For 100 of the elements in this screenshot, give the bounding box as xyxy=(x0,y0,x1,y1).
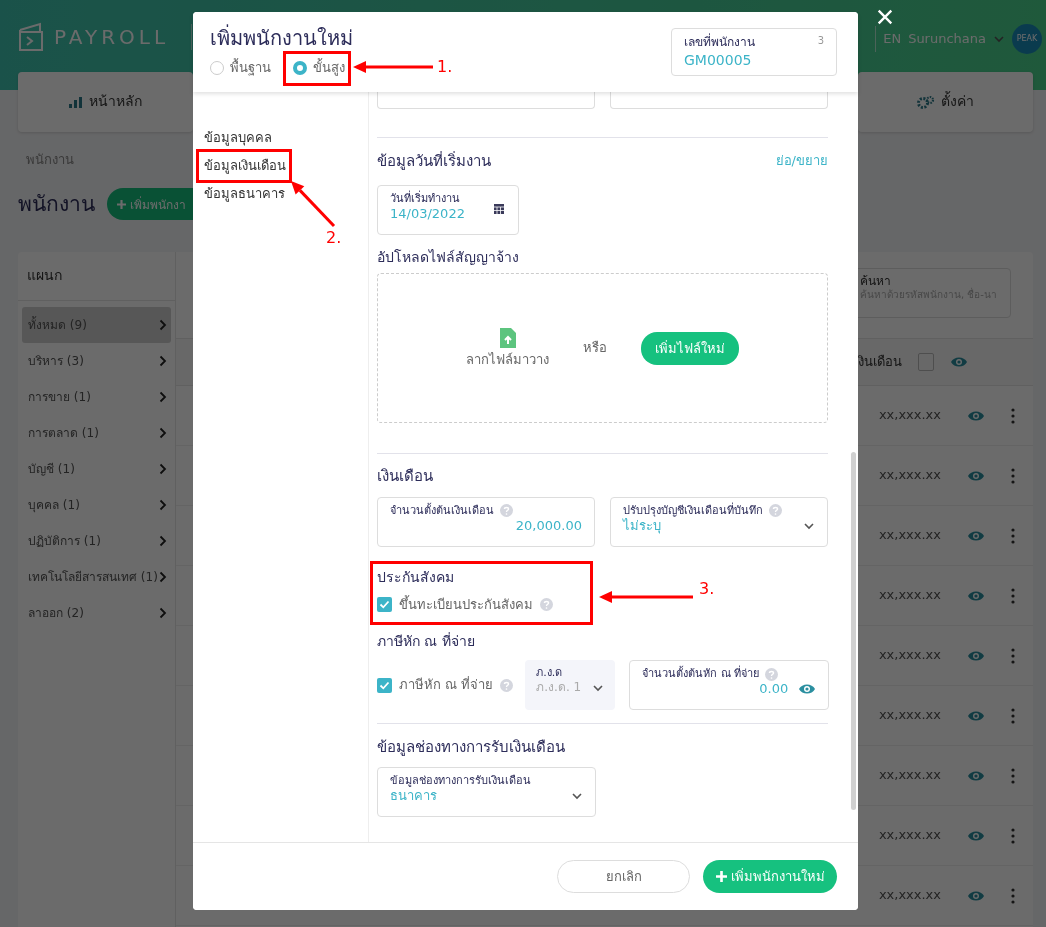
eye-icon[interactable] xyxy=(967,589,985,602)
department-item[interactable]: บัญชี (1) xyxy=(22,451,171,487)
highlight-box xyxy=(283,51,351,86)
input-field[interactable] xyxy=(377,92,595,109)
column-header: งินเดือน xyxy=(858,353,902,371)
arrow xyxy=(291,181,336,228)
page-title: พนักงาน xyxy=(18,191,95,218)
kebab-menu-icon[interactable] xyxy=(1011,647,1015,664)
department-item[interactable]: ปฏิบัติการ (1) xyxy=(22,523,171,559)
cancel-button[interactable]: ยกเลิก xyxy=(557,860,690,893)
table-cell: xx,xxx.xx xyxy=(878,587,941,604)
help-icon xyxy=(500,678,514,692)
eye-icon[interactable] xyxy=(967,769,985,782)
radio-option[interactable]: ขั้นสูง xyxy=(293,57,345,78)
sort-icon[interactable] xyxy=(918,353,934,371)
section-title: ข้อมูลวันที่เริ่มงาน xyxy=(377,152,491,171)
department-item[interactable]: การขาย (1) xyxy=(22,379,171,415)
checkbox[interactable] xyxy=(377,597,392,613)
department-title: แผนก xyxy=(18,252,175,301)
table-cell: xx,xxx.xx xyxy=(878,467,941,484)
select-field[interactable]: ภ.ง.ด ภ.ง.ด. 1 xyxy=(525,660,616,711)
chevron-down-icon xyxy=(803,521,815,530)
nav-card[interactable]: หน้าหลัก xyxy=(18,72,193,132)
department-item[interactable]: ลาออก (2) xyxy=(22,595,171,631)
plus-icon xyxy=(715,871,727,882)
logo-icon xyxy=(18,22,44,52)
gears-icon xyxy=(917,95,935,109)
eye-icon[interactable] xyxy=(967,409,985,422)
chevron-right-icon xyxy=(159,463,167,475)
kebab-menu-icon[interactable] xyxy=(1011,827,1015,844)
kebab-menu-icon[interactable] xyxy=(1011,527,1015,544)
eye-icon[interactable] xyxy=(967,469,985,482)
withholding-field[interactable]: จำนวนตั้งต้นหัก ณ ที่จ่าย 0.00 xyxy=(629,660,830,711)
table-cell: xx,xxx.xx xyxy=(878,407,941,424)
department-item[interactable]: การตลาด (1) xyxy=(22,415,171,451)
checkbox-label[interactable]: ขึ้นทะเบียนประกันสังคม xyxy=(399,596,533,613)
eye-icon[interactable] xyxy=(950,356,968,368)
department-item[interactable]: บริหาร (3) xyxy=(22,343,171,379)
table-cell: xx,xxx.xx xyxy=(878,647,941,664)
section-title: ประกันสังคม xyxy=(377,569,454,587)
eye-icon[interactable] xyxy=(967,829,985,842)
eye-icon[interactable] xyxy=(967,649,985,662)
salary-field[interactable]: จำนวนตั้งต้นเงินเดือน 20,000.00 xyxy=(377,497,595,547)
chevron-right-icon xyxy=(159,355,167,367)
eye-icon[interactable] xyxy=(967,709,985,722)
kebab-menu-icon[interactable] xyxy=(1011,467,1015,484)
calendar-icon[interactable] xyxy=(494,203,504,214)
table-cell: xx,xxx.xx xyxy=(878,767,941,784)
input-field[interactable] xyxy=(610,92,828,109)
radio-option[interactable]: พื้นฐาน xyxy=(210,57,271,78)
add-file-button[interactable]: เพิ่มไฟล์ใหม่ xyxy=(641,331,739,365)
chevron-down-icon xyxy=(592,683,605,692)
table-cell: xx,xxx.xx xyxy=(878,527,941,544)
kebab-menu-icon[interactable] xyxy=(1011,887,1015,904)
kebab-menu-icon[interactable] xyxy=(1011,767,1015,784)
chevron-right-icon xyxy=(159,319,167,331)
eye-icon[interactable] xyxy=(798,683,817,696)
collapse-link[interactable]: ย่อ/ขยาย xyxy=(775,153,828,170)
kebab-menu-icon[interactable] xyxy=(1011,707,1015,724)
section-title: ภาษีหัก ณ ที่จ่าย xyxy=(377,632,475,651)
chevron-right-icon xyxy=(159,499,167,511)
section-link[interactable]: ข้อมูลเงินเดือน xyxy=(204,152,286,180)
drop-zone[interactable]: ลากไฟล์มาวาง หรือ เพิ่มไฟล์ใหม่ xyxy=(377,273,828,424)
help-icon xyxy=(540,598,553,612)
or-text: หรือ xyxy=(583,340,607,357)
bar-chart-icon xyxy=(69,96,83,108)
chevron-right-icon xyxy=(159,535,167,547)
section-title: เงินเดือน xyxy=(377,467,433,486)
modal-title: เพิ่มพนักงานใหม่ xyxy=(210,26,353,51)
section-link[interactable]: ข้อมูลบุคคล xyxy=(204,124,272,152)
help-icon xyxy=(500,504,513,518)
step-label: 1. xyxy=(437,57,453,77)
submit-button[interactable]: เพิ่มพนักงานใหม่ xyxy=(703,860,837,893)
chevron-right-icon xyxy=(159,391,167,403)
logo-text: PAYROLL xyxy=(54,24,170,50)
section-title: อัปโหลดไฟล์สัญญาจ้าง xyxy=(377,248,519,267)
section-title: ข้อมูลช่องทางการรับเงินเดือน xyxy=(377,738,565,757)
eye-icon[interactable] xyxy=(967,529,985,542)
step-label: 2. xyxy=(326,228,342,248)
kebab-menu-icon[interactable] xyxy=(1011,587,1015,604)
department-item[interactable]: บุคคล (1) xyxy=(22,487,171,523)
scrollbar[interactable] xyxy=(851,452,856,810)
close-icon[interactable] xyxy=(876,8,894,26)
chevron-down-icon xyxy=(571,791,583,800)
department-item[interactable]: เทคโนโลยีสารสนเทศ (1) xyxy=(22,559,171,595)
eye-icon[interactable] xyxy=(967,889,985,902)
kebab-menu-icon[interactable] xyxy=(1011,407,1015,424)
checkbox-label[interactable]: ภาษีหัก ณ ที่จ่าย xyxy=(399,677,494,694)
select-field[interactable]: ปรับปรุงบัญชีเงินเดือนที่บันทึก ไม่ระบุ xyxy=(610,497,828,547)
help-icon xyxy=(765,667,779,681)
checkbox[interactable] xyxy=(377,677,392,693)
file-upload-icon xyxy=(499,328,516,349)
chevron-right-icon xyxy=(159,427,167,439)
select-field[interactable]: ข้อมูลช่องทางการรับเงินเดือน ธนาคาร xyxy=(377,767,596,817)
employee-number-field[interactable]: เลขที่พนักงาน 3 GM00005 xyxy=(671,28,837,76)
nav-card[interactable]: ตั้งค่า xyxy=(858,72,1033,132)
table-cell: xx,xxx.xx xyxy=(878,887,941,904)
avatar[interactable]: PEAK xyxy=(1012,24,1042,54)
plus-icon xyxy=(117,199,126,209)
date-field[interactable]: วันที่เริ่มทำงาน 14/03/2022 xyxy=(377,184,519,235)
